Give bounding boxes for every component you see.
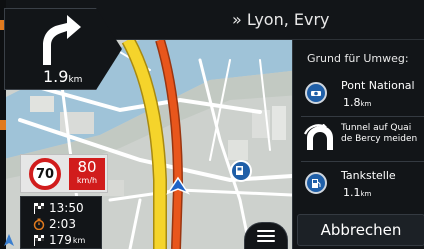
current-speed: 80 km/h bbox=[69, 158, 105, 190]
bridge-icon bbox=[305, 82, 327, 104]
checkered-flag-icon bbox=[34, 203, 44, 214]
fuel-poi-marker[interactable] bbox=[230, 160, 252, 182]
menu-button[interactable] bbox=[244, 222, 288, 249]
speed-panel[interactable]: 70 80 km/h bbox=[20, 154, 108, 193]
timer-icon bbox=[33, 218, 45, 230]
remaining-distance-row: 179 km bbox=[33, 232, 85, 248]
maneuver-distance: 1.9km bbox=[43, 67, 83, 86]
fuel-station-icon bbox=[305, 172, 327, 194]
arrival-time-row: 13:50 bbox=[33, 200, 84, 216]
detour-option-tankstelle[interactable]: Tankstelle 1.1km bbox=[293, 164, 424, 204]
detour-option-tunnel[interactable]: Tunnel auf Quai de Bercy meiden bbox=[293, 118, 424, 160]
detour-panel: Grund für Umweg: Pont National 1.8km Tun… bbox=[292, 40, 424, 249]
distance-flag-icon bbox=[34, 235, 44, 246]
detour-option-pont-national[interactable]: Pont National 1.8km bbox=[293, 74, 424, 114]
hamburger-menu-icon bbox=[257, 230, 275, 242]
detour-title: Grund für Umweg: bbox=[307, 52, 409, 65]
cancel-button[interactable]: Abbrechen bbox=[297, 214, 424, 246]
compass-icon[interactable] bbox=[2, 232, 16, 246]
trip-info-panel[interactable]: 13:50 2:03 179 km bbox=[20, 196, 102, 249]
turn-left-arrow-icon bbox=[43, 15, 81, 65]
remaining-time-row: 2:03 bbox=[33, 216, 76, 232]
destination-text: » Lyon, Evry bbox=[232, 10, 330, 29]
tunnel-avoid-icon bbox=[304, 124, 333, 150]
speed-limit-sign: 70 bbox=[29, 158, 61, 190]
